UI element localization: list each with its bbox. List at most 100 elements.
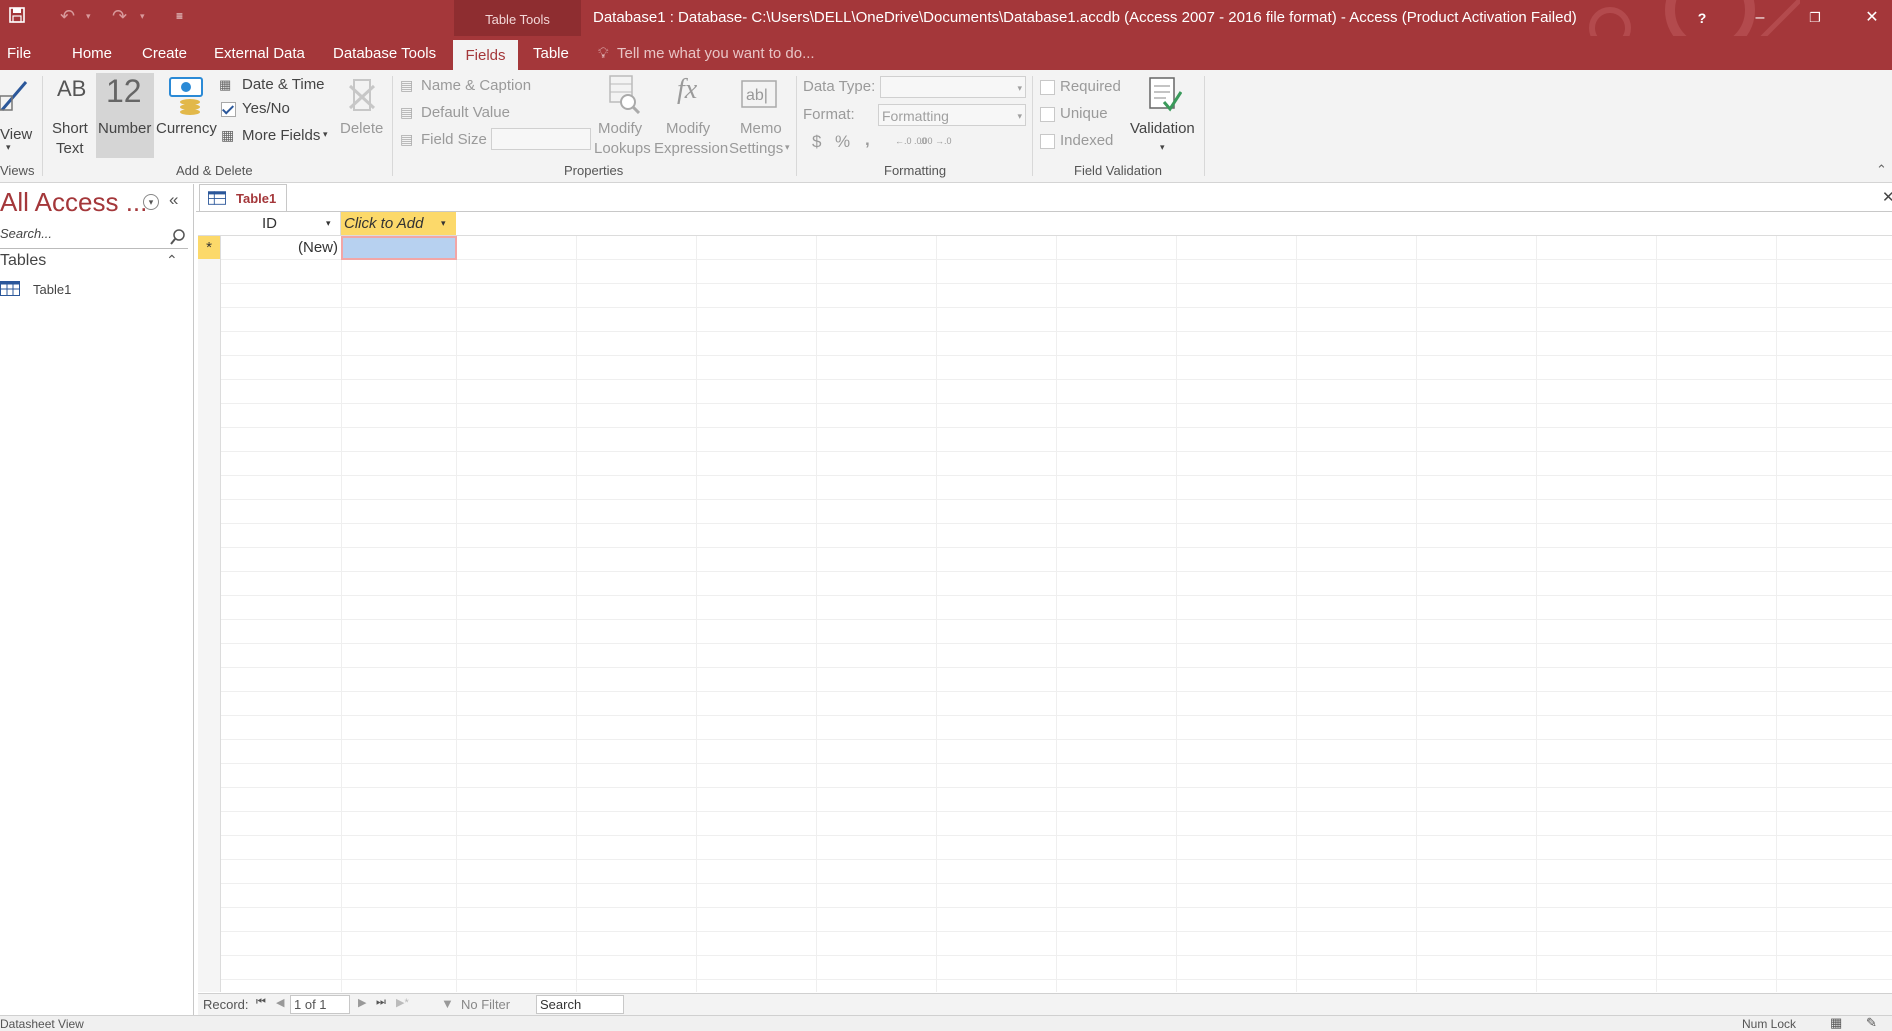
modify-lookups-label-1: Modify: [598, 120, 643, 137]
currency-format-button[interactable]: $: [812, 132, 821, 152]
minimize-button[interactable]: –: [1740, 4, 1780, 32]
nav-item-table1[interactable]: Table1: [0, 279, 190, 301]
date-time-label: Date & Time: [242, 76, 325, 93]
tab-home[interactable]: Home: [72, 45, 112, 62]
grid-line: [1536, 212, 1537, 992]
memo-settings-icon: ab|: [741, 80, 777, 108]
modify-expression-button[interactable]: fx Modify Expression: [653, 74, 729, 160]
cell-id-new[interactable]: (New): [220, 236, 338, 259]
currency-button[interactable]: Currency: [156, 74, 217, 156]
nav-pane-title[interactable]: All Access ...: [0, 187, 147, 218]
more-fields-icon: ▦: [221, 127, 235, 143]
undo-dropdown-icon[interactable]: ▾: [86, 11, 91, 22]
column-header-row: ID ▾ Click to Add ▾: [198, 212, 1892, 236]
grid-line: [1776, 212, 1777, 992]
grid-line: [1296, 212, 1297, 992]
design-view-icon[interactable]: ✎︎: [1866, 1015, 1877, 1031]
table-icon: [208, 191, 226, 205]
first-record-icon[interactable]: ⏮︎: [256, 996, 266, 1009]
column-dropdown-icon[interactable]: ▾: [326, 218, 331, 229]
datasheet-grid[interactable]: ID ▾ Click to Add ▾ * (New): [198, 212, 1892, 992]
field-size-label: Field Size: [421, 131, 487, 148]
modify-lookups-button[interactable]: Modify Lookups: [592, 74, 654, 160]
memo-settings-label-2: Settings: [729, 140, 784, 157]
modify-expression-label-2: Expression: [654, 140, 729, 157]
collapse-ribbon-icon[interactable]: ⌃: [1876, 162, 1887, 178]
delete-icon: [348, 79, 376, 111]
fx-icon: fx: [677, 74, 698, 105]
datasheet-search-input[interactable]: Search: [536, 995, 624, 1014]
nav-group-tables[interactable]: Tables: [0, 252, 46, 270]
required-label: Required: [1060, 78, 1121, 95]
last-record-icon[interactable]: ⏭︎: [376, 996, 386, 1009]
table-row-new[interactable]: * (New): [198, 236, 1892, 260]
properties-group-label: Properties: [564, 163, 624, 178]
doc-tab-label: Table1: [236, 191, 277, 206]
percent-format-button[interactable]: %: [835, 132, 850, 152]
format-select[interactable]: Formatting ▾: [878, 104, 1026, 126]
lightbulb-icon: 💡︎: [598, 45, 609, 62]
data-type-select[interactable]: ▾: [880, 76, 1026, 98]
filter-status[interactable]: No Filter: [461, 997, 510, 1012]
collapse-group-icon[interactable]: ⌃: [166, 252, 178, 269]
status-view-mode: Datasheet View: [0, 1017, 84, 1031]
navigation-pane: All Access ... ▾ « Search... Tables ⌃ Ta…: [0, 184, 194, 1015]
default-value-label: Default Value: [421, 104, 510, 121]
validation-button[interactable]: Validation ▾: [1126, 74, 1200, 160]
undo-icon[interactable]: ↶: [60, 6, 75, 27]
tab-database-tools[interactable]: Database Tools: [333, 45, 436, 62]
tab-fields[interactable]: Fields: [453, 40, 518, 70]
indexed-checkbox-box: [1040, 134, 1055, 149]
nav-item-label: Table1: [33, 282, 72, 297]
customize-qat-icon[interactable]: ≡: [176, 9, 183, 23]
data-type-dropdown-icon: ▾: [1017, 83, 1022, 93]
validation-dropdown-icon: ▾: [1160, 142, 1165, 152]
add-delete-group-label: Add & Delete: [176, 163, 253, 178]
tab-external-data[interactable]: External Data: [214, 45, 305, 62]
column-header-id[interactable]: ID ▾: [220, 212, 341, 235]
shutter-bar-close-icon[interactable]: «: [169, 190, 178, 210]
search-icon[interactable]: [170, 229, 186, 245]
delete-button[interactable]: Delete: [340, 76, 384, 137]
table-tools-header: Table Tools: [454, 0, 581, 36]
tab-file[interactable]: File: [7, 45, 31, 62]
redo-dropdown-icon[interactable]: ▾: [140, 11, 145, 22]
format-value: Formatting: [882, 108, 949, 124]
column-header-click-to-add[interactable]: Click to Add ▾: [341, 212, 456, 235]
next-record-icon[interactable]: ▶︎: [358, 996, 366, 1009]
help-button[interactable]: ?: [1682, 4, 1722, 32]
redo-icon[interactable]: ↷: [112, 6, 127, 27]
window-title: Database1 : Database- C:\Users\DELL\OneD…: [593, 9, 1577, 26]
field-size-icon: ▤: [400, 131, 414, 147]
modify-lookups-icon: [609, 75, 640, 114]
close-document-icon[interactable]: ✕: [1882, 188, 1892, 206]
cell-click-to-add-selected[interactable]: [341, 236, 457, 260]
column-dropdown-icon[interactable]: ▾: [441, 218, 446, 229]
close-button[interactable]: ✕: [1852, 4, 1892, 32]
current-record-input[interactable]: 1 of 1: [290, 995, 350, 1014]
grid-line: [1416, 212, 1417, 992]
tab-create[interactable]: Create: [142, 45, 187, 62]
number-button[interactable]: 12 Number: [96, 73, 154, 158]
nav-menu-dropdown-icon[interactable]: ▾: [143, 194, 159, 210]
save-icon[interactable]: [8, 6, 26, 29]
tab-table[interactable]: Table: [533, 45, 569, 62]
comma-format-button[interactable]: ,: [865, 130, 870, 150]
svg-text:ab|: ab|: [746, 87, 768, 104]
previous-record-icon[interactable]: ◀︎: [276, 996, 284, 1009]
new-record-icon[interactable]: ▶︎*: [396, 996, 409, 1009]
view-label: View: [0, 126, 33, 143]
tell-me-input[interactable]: Tell me what you want to do...: [617, 45, 815, 62]
short-text-button[interactable]: AB Short Text: [50, 74, 92, 157]
memo-settings-button[interactable]: ab| Memo Settings ▾: [727, 74, 793, 160]
default-value-icon: ▤: [400, 104, 414, 120]
new-record-selector[interactable]: *: [198, 236, 220, 259]
nav-search-placeholder: Search...: [0, 226, 53, 241]
restore-button[interactable]: ❐: [1795, 4, 1835, 32]
nav-search-input[interactable]: Search...: [0, 226, 188, 249]
doc-tab-table1[interactable]: Table1: [199, 184, 287, 211]
grid-line: [696, 212, 697, 992]
decrease-decimals-button[interactable]: .00 →.0: [920, 136, 952, 146]
field-size-input[interactable]: [491, 128, 591, 150]
datasheet-view-icon[interactable]: ▦: [1830, 1015, 1842, 1031]
